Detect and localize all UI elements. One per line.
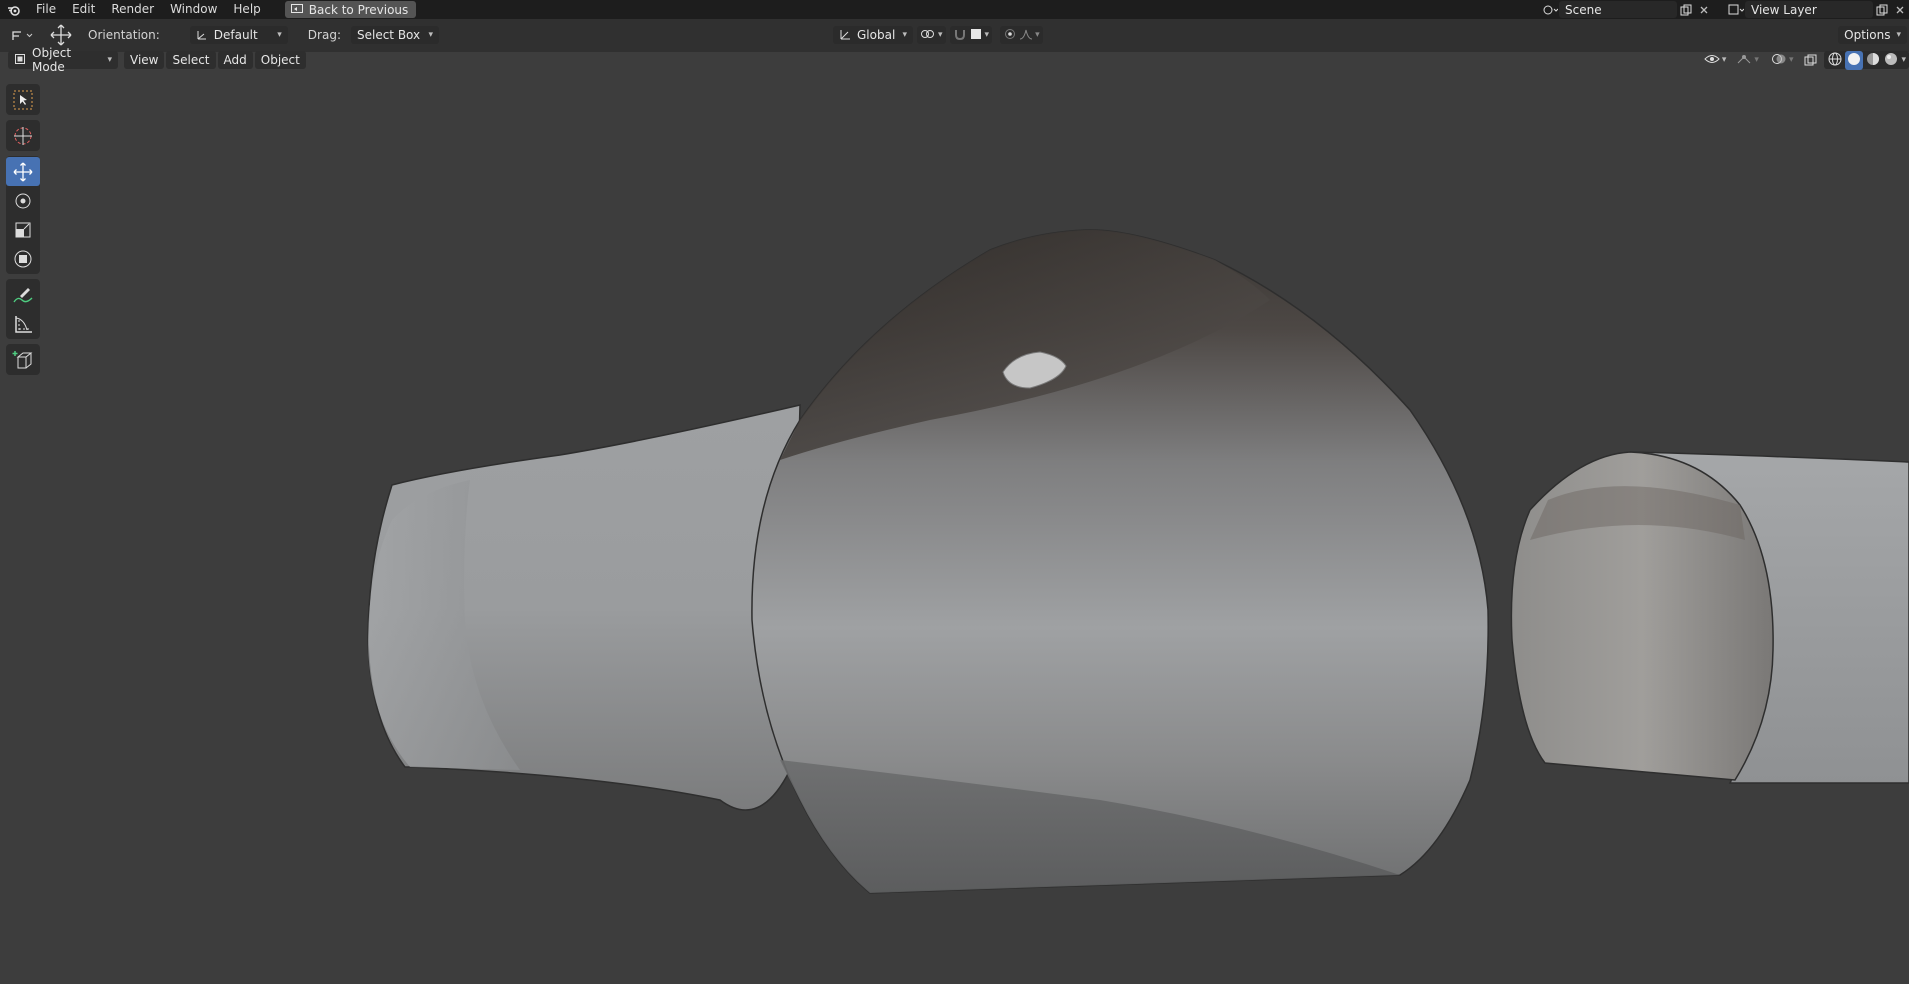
scene-selector-icon[interactable] [1541,1,1559,18]
screen-icon [290,3,303,17]
xray-toggle-icon[interactable] [1802,52,1820,69]
transform-orientation-dropdown[interactable]: Global ▾ [833,26,913,44]
chevron-down-icon: ▾ [938,30,943,40]
menu-view[interactable]: View [124,51,165,69]
top-menu-bar: File Edit Render Window Help Back to Pre… [0,0,1909,19]
overlays-icon [1771,53,1787,68]
shading-modes[interactable]: ▾ [1824,50,1909,70]
visibility-dropdown[interactable]: ▾ [1701,51,1730,69]
scale-tool-icon[interactable] [6,215,40,244]
add-cube-tool-icon[interactable] [6,345,40,374]
view-layer-field[interactable]: View Layer [1745,1,1873,18]
scene-name: Scene [1565,2,1602,17]
blender-logo-icon[interactable] [0,0,28,19]
chevron-down-icon: ▾ [277,30,282,40]
rotate-tool-icon[interactable] [6,186,40,215]
tool-group-add [6,344,40,375]
wireframe-shading-icon[interactable] [1827,52,1843,69]
chevron-down-icon: ▾ [428,30,433,40]
scene-name-field[interactable]: Scene [1559,1,1677,18]
snap-increment-icon[interactable] [969,28,983,43]
new-view-layer-icon[interactable] [1873,1,1891,18]
global-axis-icon [839,28,851,43]
viewport-header: Object Mode ▾ View Select Add Object [8,46,308,74]
solid-shading-icon[interactable] [1845,50,1864,70]
back-to-previous-button[interactable]: Back to Previous [284,1,417,18]
mode-dropdown[interactable]: Object Mode ▾ [8,46,118,74]
move-tool-icon[interactable] [6,157,40,186]
overlays-dropdown[interactable]: ▾ [1768,51,1797,69]
drag-value: Select Box [356,28,421,42]
snap-controls[interactable]: ▾ [949,26,993,44]
chevron-down-icon: ▾ [1754,55,1759,65]
delete-scene-icon[interactable] [1695,1,1713,18]
gizmo-icon [1736,53,1752,68]
menu-render[interactable]: Render [103,0,162,19]
menu-file[interactable]: File [28,0,64,19]
orientation-value: Default [213,28,258,42]
tool-group-cursor [6,120,40,151]
proportional-edit-icon[interactable] [1003,28,1017,43]
menu-select[interactable]: Select [166,51,216,69]
view-layer-selector-icon[interactable] [1727,1,1745,18]
menu-edit[interactable]: Edit [64,0,103,19]
drag-dropdown[interactable]: Select Box ▾ [350,26,439,44]
menu-window[interactable]: Window [162,0,225,19]
options-label: Options [1844,28,1891,42]
select-box-tool-icon[interactable] [6,85,40,114]
measure-tool-icon[interactable] [6,309,40,338]
pivot-point-dropdown[interactable]: ▾ [917,26,946,44]
annotate-tool-icon[interactable] [6,280,40,309]
back-to-previous-label: Back to Previous [308,2,409,17]
chevron-down-icon: ▾ [902,30,907,40]
menu-help[interactable]: Help [225,0,268,19]
tool-group-transform [6,156,40,274]
transform-orientation-value: Global [857,28,896,42]
eye-icon [1704,53,1720,68]
cursor-tool-icon[interactable] [6,121,40,150]
orientation-label: Orientation: [88,28,160,42]
editor-type-icon[interactable] [8,27,38,44]
new-scene-icon[interactable] [1677,1,1695,18]
chevron-down-icon: ▾ [107,55,112,65]
viewport-3d[interactable] [0,0,1909,984]
proportional-editing-controls[interactable]: ▾ [1000,26,1043,44]
tool-shelf [6,84,40,380]
tool-header: Orientation: Default ▾ Drag: Select Box … [0,19,1909,52]
gizmo-dropdown[interactable]: ▾ [1733,51,1762,69]
object-mode-icon [14,53,26,68]
pivot-link-icon [920,28,936,43]
chevron-down-icon: ▾ [1721,55,1727,65]
menu-object[interactable]: Object [254,51,306,69]
tool-group-annotate [6,279,40,339]
magnet-icon[interactable] [953,28,967,43]
view-layer-name: View Layer [1751,2,1817,17]
delete-view-layer-icon[interactable] [1891,1,1909,18]
move-tool-icon[interactable] [46,24,76,46]
mode-value: Object Mode [32,46,72,74]
tool-group-select [6,84,40,115]
chevron-down-icon: ▾ [984,30,990,40]
orientation-axis-icon [196,28,208,43]
chevron-down-icon: ▾ [1896,30,1901,40]
chevron-down-icon: ▾ [1035,30,1040,40]
rendered-shading-icon[interactable] [1883,52,1899,69]
falloff-curve-icon[interactable] [1019,28,1033,43]
chevron-down-icon: ▾ [1901,55,1906,65]
orientation-dropdown[interactable]: Default ▾ [189,26,288,44]
drag-label: Drag: [307,28,341,42]
transform-tool-icon[interactable] [6,244,40,273]
viewport-header-right: ▾ ▾ ▾ ▾ [1701,50,1909,70]
material-shading-icon[interactable] [1865,52,1881,69]
options-dropdown[interactable]: Options ▾ [1838,26,1907,44]
menu-add[interactable]: Add [217,51,253,69]
chevron-down-icon: ▾ [1788,55,1794,65]
